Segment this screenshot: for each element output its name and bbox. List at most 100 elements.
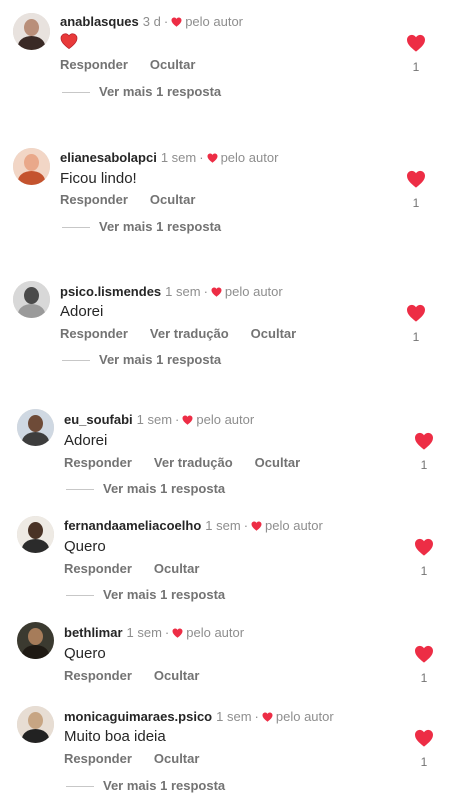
heart-icon xyxy=(171,17,182,27)
like-count: 1 xyxy=(412,60,420,74)
reply-button[interactable]: Responder xyxy=(60,57,128,72)
like-count: 1 xyxy=(420,671,428,685)
reply-divider xyxy=(62,227,90,229)
view-replies-button[interactable]: Ver mais 1 resposta xyxy=(66,587,225,603)
timestamp: 1 sem xyxy=(216,709,252,724)
reply-button[interactable]: Responder xyxy=(60,326,128,341)
avatar[interactable] xyxy=(17,516,54,553)
heart-icon xyxy=(262,712,273,722)
view-replies-button[interactable]: Ver mais 1 resposta xyxy=(62,219,221,235)
avatar[interactable] xyxy=(17,706,54,743)
view-replies-button[interactable]: Ver mais 1 resposta xyxy=(62,84,221,100)
reply-divider xyxy=(66,489,94,491)
author-like-label: pelo autor xyxy=(275,709,334,724)
hide-button[interactable]: Ocultar xyxy=(154,668,200,683)
reply-button[interactable]: Responder xyxy=(64,455,132,470)
heart-icon xyxy=(415,645,433,663)
heart-icon xyxy=(207,153,218,163)
timestamp: 1 sem xyxy=(165,284,201,299)
username[interactable]: psico.lismendes xyxy=(60,284,161,299)
timestamp: 1 sem xyxy=(136,412,173,427)
hide-button[interactable]: Ocultar xyxy=(150,192,196,207)
comment-text: Adorei xyxy=(60,303,104,320)
heart-icon xyxy=(407,34,425,52)
view-replies-label: Ver mais 1 resposta xyxy=(103,778,226,793)
comment-actions: Responder Ocultar xyxy=(64,751,221,767)
comment-meta: anablasques 3 d · pelo autor xyxy=(60,14,244,29)
like-button[interactable]: 1 xyxy=(413,729,435,769)
like-button[interactable]: 1 xyxy=(405,34,427,74)
hide-button[interactable]: Ocultar xyxy=(251,326,297,341)
heart-icon xyxy=(251,521,262,531)
view-replies-button[interactable]: Ver mais 1 resposta xyxy=(66,778,225,794)
comment-text: Muito boa ideia xyxy=(64,728,166,745)
like-button[interactable]: 1 xyxy=(405,304,427,344)
hide-button[interactable]: Ocultar xyxy=(154,561,200,576)
like-count: 1 xyxy=(412,330,420,344)
comment-meta: psico.lismendes 1 sem · pelo autor xyxy=(60,284,283,299)
author-like-label: pelo autor xyxy=(224,284,283,299)
view-replies-label: Ver mais 1 resposta xyxy=(99,352,222,367)
avatar[interactable] xyxy=(17,409,54,446)
username[interactable]: fernandaameliacoelho xyxy=(64,518,201,533)
comment-text: Ficou lindo! xyxy=(60,170,137,187)
author-like-label: pelo autor xyxy=(186,625,245,640)
like-button[interactable]: 1 xyxy=(405,170,427,210)
like-count: 1 xyxy=(420,458,428,472)
view-replies-label: Ver mais 1 resposta xyxy=(99,219,222,234)
reply-button[interactable]: Responder xyxy=(64,561,132,576)
comment-meta: monicaguimaraes.psico 1 sem · pelo autor xyxy=(64,709,334,724)
username[interactable]: bethlimar xyxy=(64,625,123,640)
comment-text: Quero xyxy=(64,538,106,555)
reply-divider xyxy=(62,360,90,362)
heart-icon xyxy=(415,538,433,556)
hide-button[interactable]: Ocultar xyxy=(154,751,200,766)
hide-button[interactable]: Ocultar xyxy=(150,57,196,72)
view-replies-label: Ver mais 1 resposta xyxy=(103,587,226,602)
like-count: 1 xyxy=(420,755,428,769)
timestamp: 1 sem xyxy=(160,150,197,165)
comment-text xyxy=(60,33,78,54)
comment-actions: Responder Ocultar xyxy=(64,668,221,684)
timestamp: 1 sem xyxy=(205,518,241,533)
view-replies-button[interactable]: Ver mais 1 resposta xyxy=(66,481,225,497)
comment-meta: fernandaameliacoelho 1 sem · pelo autor xyxy=(64,518,323,533)
heart-emoji-icon xyxy=(60,33,78,49)
heart-icon xyxy=(415,432,433,450)
avatar[interactable] xyxy=(13,148,50,185)
reply-divider xyxy=(62,92,90,94)
timestamp: 3 d xyxy=(142,14,161,29)
view-replies-button[interactable]: Ver mais 1 resposta xyxy=(62,352,221,368)
comment-meta: bethlimar 1 sem · pelo autor xyxy=(64,625,245,640)
comment-text: Quero xyxy=(64,645,106,662)
like-button[interactable]: 1 xyxy=(413,432,435,472)
username[interactable]: anablasques xyxy=(60,14,139,29)
username[interactable]: eu_soufabi xyxy=(64,412,133,427)
view-replies-label: Ver mais 1 resposta xyxy=(99,84,222,99)
avatar[interactable] xyxy=(17,622,54,659)
comment-text: Adorei xyxy=(64,432,108,449)
translate-button[interactable]: Ver tradução xyxy=(150,326,229,341)
reply-divider xyxy=(66,786,94,788)
comment-actions: Responder Ver tradução Ocultar xyxy=(64,455,322,471)
heart-icon xyxy=(211,287,222,297)
username[interactable]: monicaguimaraes.psico xyxy=(64,709,212,724)
avatar[interactable] xyxy=(13,281,50,318)
heart-icon xyxy=(407,170,425,188)
like-button[interactable]: 1 xyxy=(413,538,435,578)
reply-button[interactable]: Responder xyxy=(64,668,132,683)
comment-meta: eu_soufabi 1 sem · pelo autor xyxy=(64,412,255,427)
avatar[interactable] xyxy=(13,13,50,50)
heart-icon xyxy=(415,729,433,747)
view-replies-label: Ver mais 1 resposta xyxy=(103,481,226,496)
comment-actions: Responder Ocultar xyxy=(60,192,217,208)
reply-button[interactable]: Responder xyxy=(60,192,128,207)
username[interactable]: elianesabolapci xyxy=(60,150,157,165)
like-button[interactable]: 1 xyxy=(413,645,435,685)
author-like-label: pelo autor xyxy=(185,14,244,29)
hide-button[interactable]: Ocultar xyxy=(255,455,301,470)
translate-button[interactable]: Ver tradução xyxy=(154,455,233,470)
reply-button[interactable]: Responder xyxy=(64,751,132,766)
comment-actions: Responder Ocultar xyxy=(60,57,217,73)
heart-icon xyxy=(172,628,183,638)
